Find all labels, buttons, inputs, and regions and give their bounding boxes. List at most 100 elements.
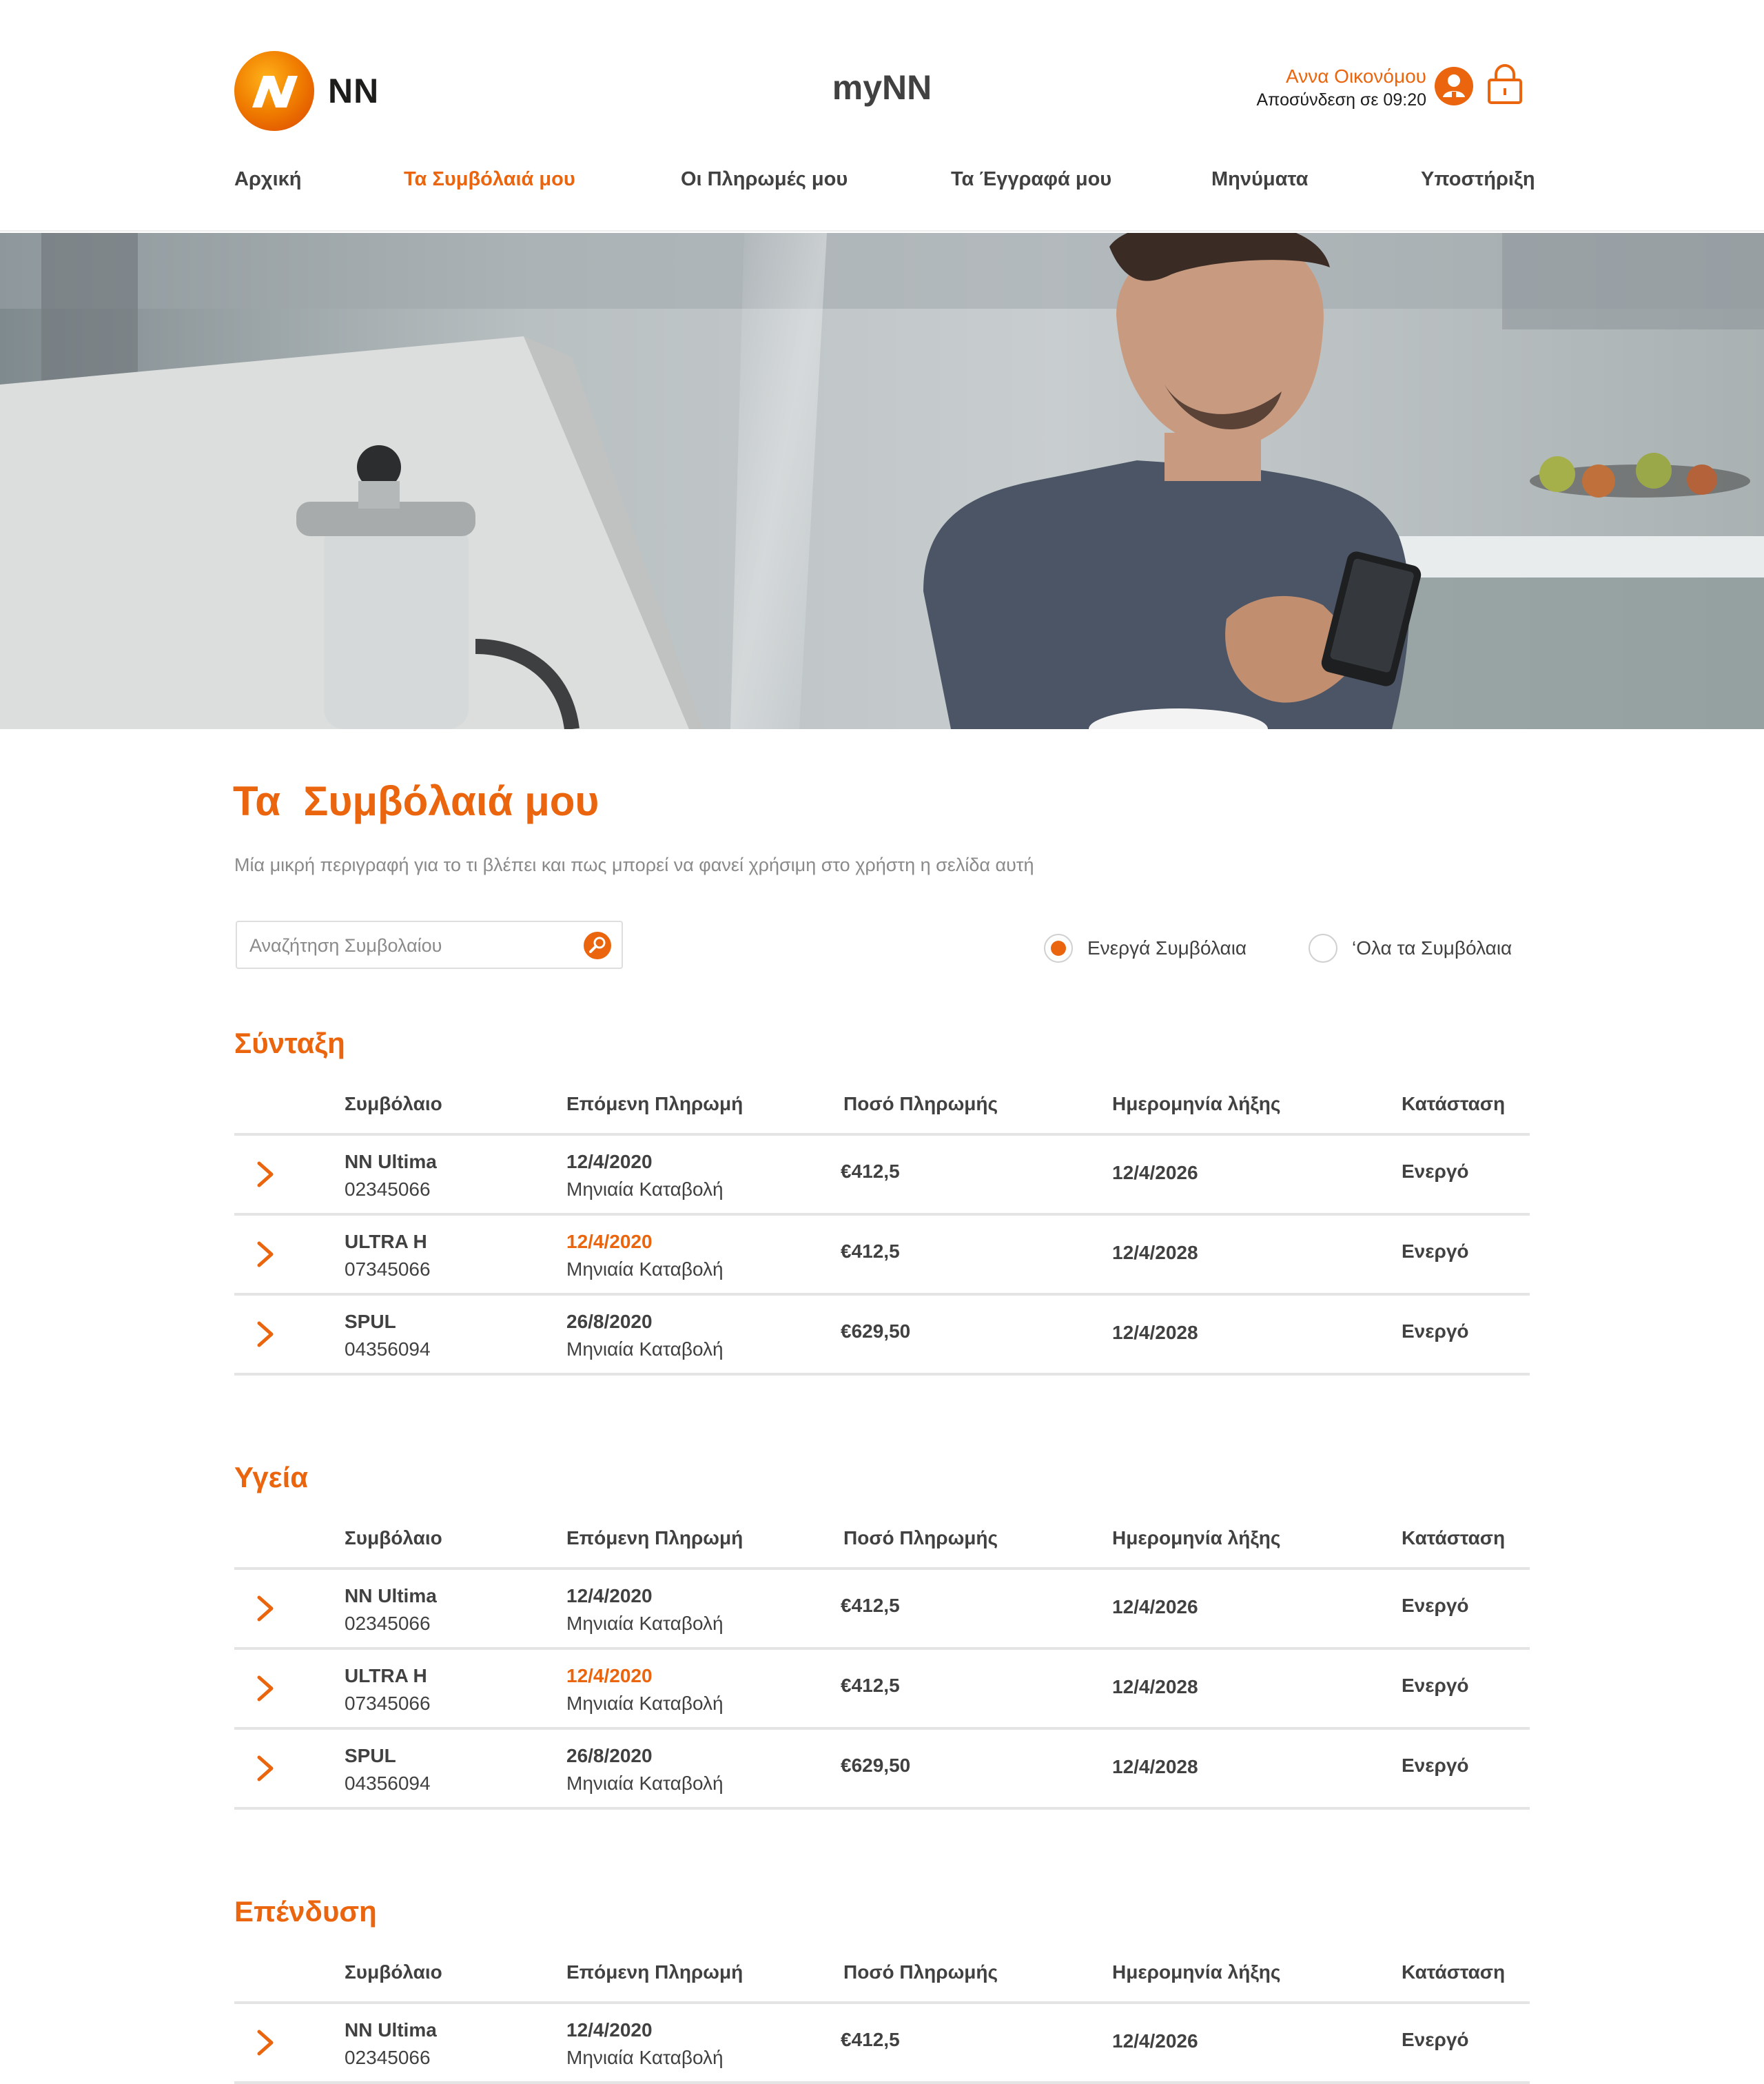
next-payment-date: 12/4/2020 xyxy=(566,1665,653,1686)
nav-item-support[interactable]: Υποστήριξη xyxy=(1421,168,1535,191)
next-payment-cell: 26/8/2020 Μηνιαία Καταβολή xyxy=(566,1308,724,1363)
table-header: Συμβόλαιο Επόμενη Πληρωμή Ποσό Πληρωμής Ημε… xyxy=(234,1079,1530,1136)
payment-amount: €412,5 xyxy=(841,1595,900,1616)
nn-logo[interactable]: NN xyxy=(233,50,379,132)
table-row[interactable]: SPUL 04356094 26/8/2020 Μηνιαία Καταβολή €62… xyxy=(234,1730,1530,1810)
table-row[interactable]: SPUL 04356094 26/8/2020 Μηνιαία Καταβολή €62… xyxy=(234,1296,1530,1376)
nav-item-home[interactable]: Αρχική xyxy=(234,168,302,191)
user-name-link[interactable]: Αννα Οικονόμου xyxy=(1257,65,1426,88)
contract-number: 02345066 xyxy=(345,2047,431,2068)
contract-number: 02345066 xyxy=(345,1613,431,1634)
contract-cell: SPUL 04356094 xyxy=(345,1308,431,1363)
column-header: Ημερομηνία λήξης xyxy=(1112,1961,1281,1983)
column-header: Επόμενη Πληρωμή xyxy=(566,1093,743,1114)
expiry-date: 12/4/2026 xyxy=(1112,1596,1198,1617)
expiry-date: 12/4/2028 xyxy=(1112,1756,1198,1777)
chevron-right-icon[interactable] xyxy=(252,1161,277,1188)
column-header: Κατάσταση xyxy=(1402,1527,1506,1549)
column-header: Ποσό Πληρωμής xyxy=(843,1527,998,1549)
nav-item-my-contracts[interactable]: Τα Συμβόλαιά μου xyxy=(404,168,575,191)
contract-status: Ενεργό xyxy=(1402,1161,1469,1182)
radio-selected-icon xyxy=(1044,934,1073,963)
column-header: Ημερομηνία λήξης xyxy=(1112,1093,1281,1114)
table-row[interactable]: NN Ultima 02345066 12/4/2020 Μηνιαία Καταβο… xyxy=(234,2004,1530,2084)
product-name: SPUL xyxy=(345,1745,396,1766)
search-icon[interactable] xyxy=(583,931,612,960)
contract-cell: SPUL 04356094 xyxy=(345,1742,431,1797)
next-payment-date: 12/4/2020 xyxy=(566,2019,653,2041)
expiry-date: 12/4/2026 xyxy=(1112,2030,1198,2052)
contract-number: 02345066 xyxy=(345,1178,431,1200)
page-title: Τα Συμβόλαιά μου xyxy=(233,778,599,824)
chevron-right-icon[interactable] xyxy=(252,1755,277,1782)
section-title: Σύνταξη xyxy=(234,1027,345,1059)
next-payment-cell: 12/4/2020 Μηνιαία Καταβολή xyxy=(566,2016,724,2072)
chevron-right-icon[interactable] xyxy=(252,1240,277,1268)
product-name: NN Ultima xyxy=(345,2019,437,2041)
column-header: Ποσό Πληρωμής xyxy=(843,1961,998,1983)
column-header: Επόμενη Πληρωμή xyxy=(566,1527,743,1549)
table-header: Συμβόλαιο Επόμενη Πληρωμή Ποσό Πληρωμής Ημε… xyxy=(234,1948,1530,2004)
main-nav: Αρχική Τα Συμβόλαιά μου Οι Πληρωμές μου … xyxy=(234,168,1535,196)
table-row[interactable]: ULTRA H 07345066 12/4/2020 Μηνιαία Καταβολή… xyxy=(234,1650,1530,1730)
payment-frequency: Μηνιαία Καταβολή xyxy=(566,1178,724,1200)
header-divider xyxy=(0,230,1764,232)
filter-all-contracts[interactable]: ‘Ολα τα Συμβόλαια xyxy=(1308,933,1512,963)
chevron-right-icon[interactable] xyxy=(252,1595,277,1622)
column-header: Κατάσταση xyxy=(1402,1093,1506,1114)
table-row[interactable]: NN Ultima 02345066 12/4/2020 Μηνιαία Καταβο… xyxy=(234,1570,1530,1650)
product-name: ULTRA H xyxy=(345,1665,427,1686)
nav-item-my-documents[interactable]: Τα Έγγραφά μου xyxy=(951,168,1111,191)
next-payment-cell: 12/4/2020 Μηνιαία Καταβολή xyxy=(566,1228,724,1283)
next-payment-cell: 26/8/2020 Μηνιαία Καταβολή xyxy=(566,1742,724,1797)
product-name: NN Ultima xyxy=(345,1151,437,1172)
contract-number: 04356094 xyxy=(345,1338,431,1360)
product-name: NN Ultima xyxy=(345,1585,437,1606)
next-payment-date: 12/4/2020 xyxy=(566,1231,653,1252)
contracts-table: Συμβόλαιο Επόμενη Πληρωμή Ποσό Πληρωμής Ημε… xyxy=(234,1079,1530,1376)
user-avatar-icon[interactable] xyxy=(1433,65,1475,107)
next-payment-cell: 12/4/2020 Μηνιαία Καταβολή xyxy=(566,1582,724,1637)
app-title: myNN xyxy=(832,68,932,107)
nav-item-messages[interactable]: Μηνύματα xyxy=(1211,168,1308,191)
next-payment-cell: 12/4/2020 Μηνιαία Καταβολή xyxy=(566,1662,724,1717)
next-payment-cell: 12/4/2020 Μηνιαία Καταβολή xyxy=(566,1148,724,1203)
contract-cell: ULTRA H 07345066 xyxy=(345,1662,431,1717)
payment-frequency: Μηνιαία Καταβολή xyxy=(566,1773,724,1794)
search-input[interactable] xyxy=(248,922,575,969)
payment-frequency: Μηνιαία Καταβολή xyxy=(566,2047,724,2068)
chevron-right-icon[interactable] xyxy=(252,1320,277,1348)
contracts-table: Συμβόλαιο Επόμενη Πληρωμή Ποσό Πληρωμής Ημε… xyxy=(234,1513,1530,1810)
payment-frequency: Μηνιαία Καταβολή xyxy=(566,1258,724,1280)
contracts-table: Συμβόλαιο Επόμενη Πληρωμή Ποσό Πληρωμής Ημε… xyxy=(234,1948,1530,2084)
filter-active-contracts[interactable]: Ενεργά Συμβόλαια xyxy=(1043,933,1247,963)
payment-amount: €412,5 xyxy=(841,1161,900,1182)
logout-timer: Αποσύνδεση σε 09:20 xyxy=(1256,90,1427,110)
contract-status: Ενεργό xyxy=(1402,1240,1469,1262)
contract-number: 07345066 xyxy=(345,1258,431,1280)
table-row[interactable]: NN Ultima 02345066 12/4/2020 Μηνιαία Καταβο… xyxy=(234,1136,1530,1216)
chevron-right-icon[interactable] xyxy=(252,2029,277,2056)
column-header: Επόμενη Πληρωμή xyxy=(566,1961,743,1983)
contract-search xyxy=(236,921,623,969)
contract-status: Ενεργό xyxy=(1402,1755,1469,1776)
table-header: Συμβόλαιο Επόμενη Πληρωμή Ποσό Πληρωμής Ημε… xyxy=(234,1513,1530,1570)
lock-icon[interactable] xyxy=(1487,63,1523,105)
table-row[interactable]: ULTRA H 07345066 12/4/2020 Μηνιαία Καταβολή… xyxy=(234,1216,1530,1296)
nav-item-my-payments[interactable]: Οι Πληρωμές μου xyxy=(681,168,848,191)
payment-amount: €412,5 xyxy=(841,1240,900,1262)
user-info: Αννα Οικονόμου Αποσύνδεση σε 09:20 xyxy=(1257,65,1427,112)
column-header: Συμβόλαιο xyxy=(345,1961,442,1983)
site-header: NN myNN Αννα Οικονόμου Αποσύνδεση σε 09:… xyxy=(0,0,1764,232)
payment-amount: €412,5 xyxy=(841,2029,900,2050)
contract-status: Ενεργό xyxy=(1402,2029,1469,2050)
expiry-date: 12/4/2028 xyxy=(1112,1322,1198,1343)
chevron-right-icon[interactable] xyxy=(252,1675,277,1702)
next-payment-date: 26/8/2020 xyxy=(566,1745,653,1766)
contract-number: 04356094 xyxy=(345,1773,431,1794)
expiry-date: 12/4/2028 xyxy=(1112,1242,1198,1263)
contract-number: 07345066 xyxy=(345,1693,431,1714)
page-description: Μία μικρή περιγραφή για το τι βλέπει και… xyxy=(234,855,1034,875)
contract-status: Ενεργό xyxy=(1402,1320,1469,1342)
section-title: Υγεία xyxy=(234,1461,309,1493)
